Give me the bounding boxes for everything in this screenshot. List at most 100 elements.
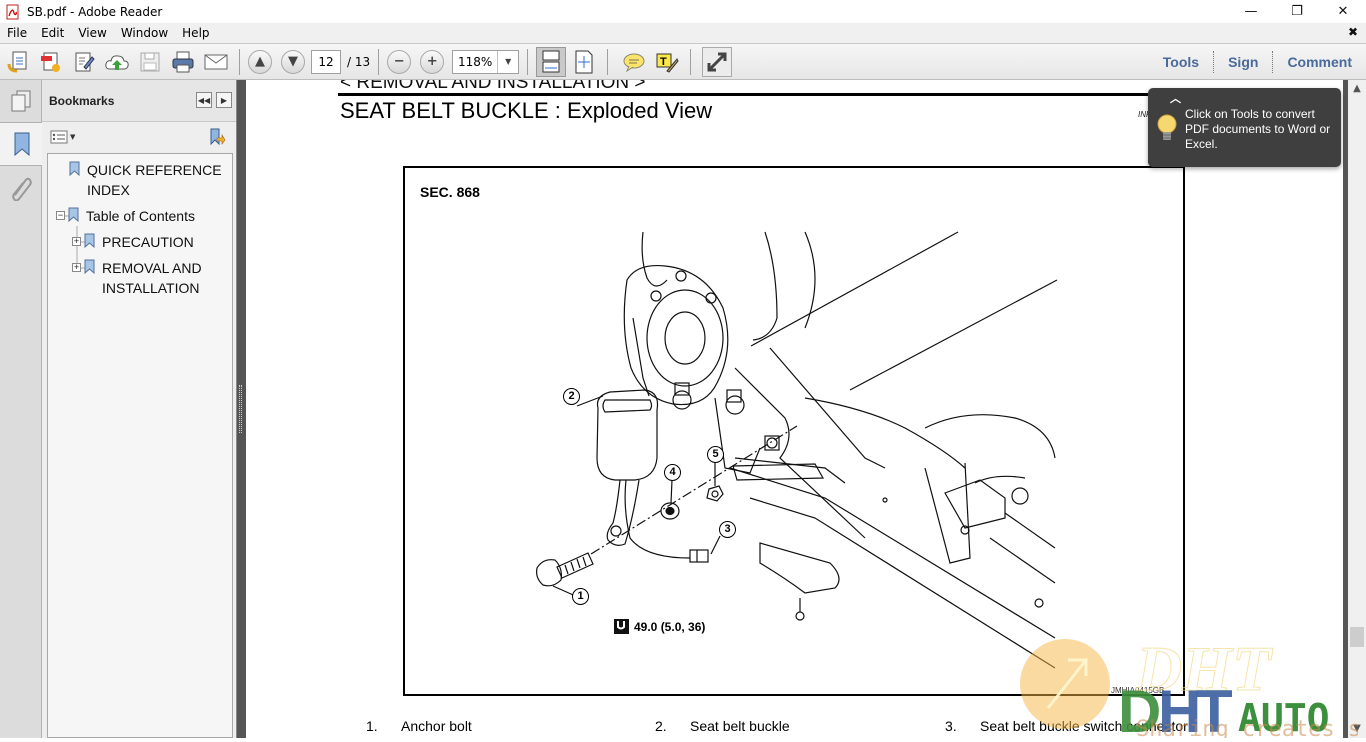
edit-icon: [75, 52, 95, 71]
close-document-icon[interactable]: ✖: [1348, 25, 1358, 39]
bookmarks-panel-button[interactable]: [0, 122, 43, 166]
zoom-select[interactable]: 118% ▼: [452, 49, 520, 74]
plus-icon: +: [426, 54, 438, 69]
edit-button[interactable]: [69, 47, 99, 77]
paperclip-icon: [12, 177, 32, 201]
title-bar: SB.pdf - Adobe Reader — ❐ ✕: [0, 0, 1366, 23]
expand-icon[interactable]: +: [72, 237, 81, 246]
adobe-pdf-icon: [5, 4, 21, 20]
toolbar-separator: [527, 48, 529, 75]
bookmark-label: INDEX: [87, 182, 130, 198]
bookmark-label: QUICK REFERENCE: [87, 162, 222, 178]
bookmark-icon: [84, 233, 95, 249]
bookmark-label: REMOVAL AND: [102, 260, 202, 276]
save-button[interactable]: [135, 47, 165, 77]
menu-edit[interactable]: Edit: [34, 26, 71, 40]
callout-3: 3: [719, 521, 736, 538]
page-number-input[interactable]: 12: [311, 49, 341, 74]
toolbar-separator: [607, 48, 609, 75]
expand-panel-button[interactable]: ▶: [216, 92, 232, 108]
cloud-upload-icon: [105, 54, 129, 70]
vertical-scrollbar[interactable]: ▲ ▼: [1348, 80, 1366, 738]
document-view: < REMOVAL AND INSTALLATION > SEAT BELT B…: [246, 80, 1343, 738]
torque-wrench-icon: [614, 619, 629, 634]
bookmark-label: PRECAUTION: [102, 234, 194, 250]
minimize-button[interactable]: —: [1228, 0, 1274, 23]
open-button[interactable]: [3, 47, 33, 77]
collapse-tooltip-icon[interactable]: ︿: [1170, 90, 1181, 106]
create-pdf-button[interactable]: [36, 47, 66, 77]
options-menu-button[interactable]: ▼: [50, 130, 75, 144]
zoom-in-button[interactable]: +: [420, 49, 445, 74]
legend-label: Anchor bolt: [401, 718, 472, 734]
next-page-button[interactable]: ▼: [281, 49, 305, 74]
menu-view[interactable]: View: [71, 26, 113, 40]
legend-number: 2.: [655, 718, 667, 734]
fit-width-button[interactable]: [536, 46, 567, 77]
page-thumbnails-button[interactable]: [0, 80, 42, 122]
arrow-down-icon: ▼: [288, 54, 298, 69]
comment-tab[interactable]: Comment: [1272, 51, 1366, 73]
attachments-button[interactable]: [0, 166, 42, 210]
tools-tab[interactable]: Tools: [1149, 51, 1213, 73]
scroll-up-icon[interactable]: ▲: [1348, 80, 1366, 98]
splitter-grip[interactable]: [239, 385, 242, 433]
collapse-panel-button[interactable]: ◀◀: [196, 92, 212, 108]
bookmark-table-of-contents[interactable]: − Table of Contents: [56, 206, 195, 226]
open-icon: [7, 51, 27, 72]
legend-item: 3. Seat belt buckle switch connector: [945, 718, 1188, 734]
figure-code: JMHIA0415GB: [1111, 686, 1165, 695]
navigation-rail: [0, 80, 43, 738]
fit-width-icon: [542, 50, 560, 72]
bookmark-icon: [14, 132, 29, 157]
restore-button[interactable]: ❐: [1274, 0, 1320, 23]
legend-number: 3.: [945, 718, 957, 734]
full-screen-button[interactable]: [702, 46, 733, 77]
previous-page-button[interactable]: ▲: [248, 49, 272, 74]
sign-tab[interactable]: Sign: [1213, 51, 1272, 73]
tooltip-text: Click on Tools to convert PDF documents …: [1185, 107, 1331, 151]
highlight-text-button[interactable]: T: [652, 47, 682, 77]
new-bookmark-icon: [210, 128, 226, 146]
expand-icon[interactable]: +: [72, 263, 81, 272]
legend-label: Seat belt buckle switch connector: [980, 718, 1188, 734]
callout-4: 4: [664, 464, 681, 481]
menu-window[interactable]: Window: [114, 26, 175, 40]
scroll-down-icon[interactable]: ▼: [1348, 720, 1366, 738]
fit-page-button[interactable]: [569, 47, 599, 77]
chevron-down-icon[interactable]: ▼: [498, 51, 518, 73]
scroll-thumb[interactable]: [1350, 627, 1364, 647]
comment-bubble-icon: [623, 53, 645, 72]
cloud-upload-button[interactable]: [102, 47, 132, 77]
bookmark-quick-reference-index[interactable]: QUICK REFERENCE INDEX: [69, 160, 222, 200]
zoom-out-button[interactable]: −: [387, 49, 412, 74]
header-rule: [338, 93, 1253, 96]
menu-bar: File Edit View Window Help ✖: [0, 23, 1366, 43]
toolbar-separator: [378, 48, 380, 75]
torque-spec: 49.0 (5.0, 36): [613, 618, 705, 635]
pages-icon: [11, 90, 31, 112]
page-total: / 13: [347, 54, 371, 69]
bookmark-removal-and-installation[interactable]: + REMOVAL AND INSTALLATION: [72, 258, 202, 298]
save-icon: [140, 52, 160, 71]
minus-icon: −: [393, 54, 405, 69]
print-icon: [172, 51, 194, 72]
zoom-value[interactable]: 118%: [453, 50, 499, 73]
new-bookmark-button[interactable]: [208, 128, 226, 150]
menu-file[interactable]: File: [0, 26, 34, 40]
bookmark-label: Table of Contents: [86, 208, 195, 224]
bookmark-label: INSTALLATION: [102, 280, 200, 296]
callout-5: 5: [707, 446, 724, 463]
bookmark-icon: [69, 161, 80, 177]
sticky-note-button[interactable]: [619, 47, 649, 77]
email-button[interactable]: [201, 47, 231, 77]
close-button[interactable]: ✕: [1320, 0, 1366, 23]
panel-splitter[interactable]: [236, 80, 246, 738]
tools-tooltip: ︿ Click on Tools to convert PDF document…: [1148, 88, 1341, 167]
bookmark-precaution[interactable]: + PRECAUTION: [72, 232, 194, 252]
bookmarks-panel: Bookmarks ◀◀ ▶ ▼ QUICK REFERENCE INDEX − …: [42, 80, 236, 738]
menu-help[interactable]: Help: [175, 26, 216, 40]
collapse-icon[interactable]: −: [56, 211, 65, 220]
callout-2: 2: [563, 388, 580, 405]
print-button[interactable]: [168, 47, 198, 77]
